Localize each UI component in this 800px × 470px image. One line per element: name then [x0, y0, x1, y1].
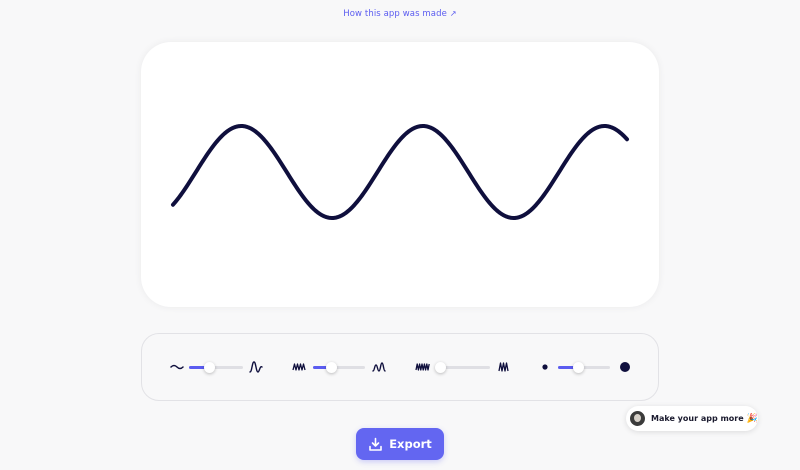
avatar — [630, 411, 645, 426]
external-arrow-icon: ↗ — [449, 9, 457, 18]
how-made-link[interactable]: How this app was made ↗ — [0, 9, 800, 19]
large-dot-icon — [620, 362, 630, 372]
wave-line — [171, 124, 629, 220]
amplitude-slider-thumb[interactable] — [204, 362, 216, 373]
noise-slider[interactable] — [434, 362, 490, 373]
zigzag-low-icon — [292, 363, 306, 371]
amplitude-slider[interactable] — [189, 362, 243, 373]
thickness-slider-thumb[interactable] — [573, 362, 585, 373]
controls-panel — [141, 333, 659, 401]
frequency-slider[interactable] — [313, 362, 365, 373]
noise-control — [397, 334, 522, 400]
small-wave-icon — [170, 364, 184, 370]
amplitude-control — [142, 334, 272, 400]
how-made-link-text: How this app was made — [343, 9, 447, 19]
wave-canvas — [141, 42, 659, 307]
export-button[interactable]: Export — [356, 428, 444, 460]
export-button-label: Export — [389, 437, 432, 451]
make-app-badge[interactable]: Make your app more 🎉 — [626, 406, 758, 431]
zigzag-dense-icon — [415, 363, 430, 371]
frequency-control — [272, 334, 397, 400]
thickness-slider[interactable] — [558, 362, 610, 373]
frequency-slider-thumb[interactable] — [325, 362, 337, 373]
download-icon — [369, 437, 383, 451]
small-dot-icon — [542, 364, 548, 370]
tall-wave-icon — [249, 361, 263, 373]
app-page: How this app was made ↗ Export Make your… — [0, 0, 800, 470]
zigzag-compact-icon — [498, 362, 509, 372]
badge-label: Make your app more — [651, 414, 744, 423]
party-popper-icon: 🎉 — [746, 413, 758, 424]
noise-slider-thumb[interactable] — [434, 362, 446, 373]
thickness-control — [522, 334, 658, 400]
wave-svg — [171, 124, 629, 220]
wave-high-icon — [372, 362, 386, 372]
